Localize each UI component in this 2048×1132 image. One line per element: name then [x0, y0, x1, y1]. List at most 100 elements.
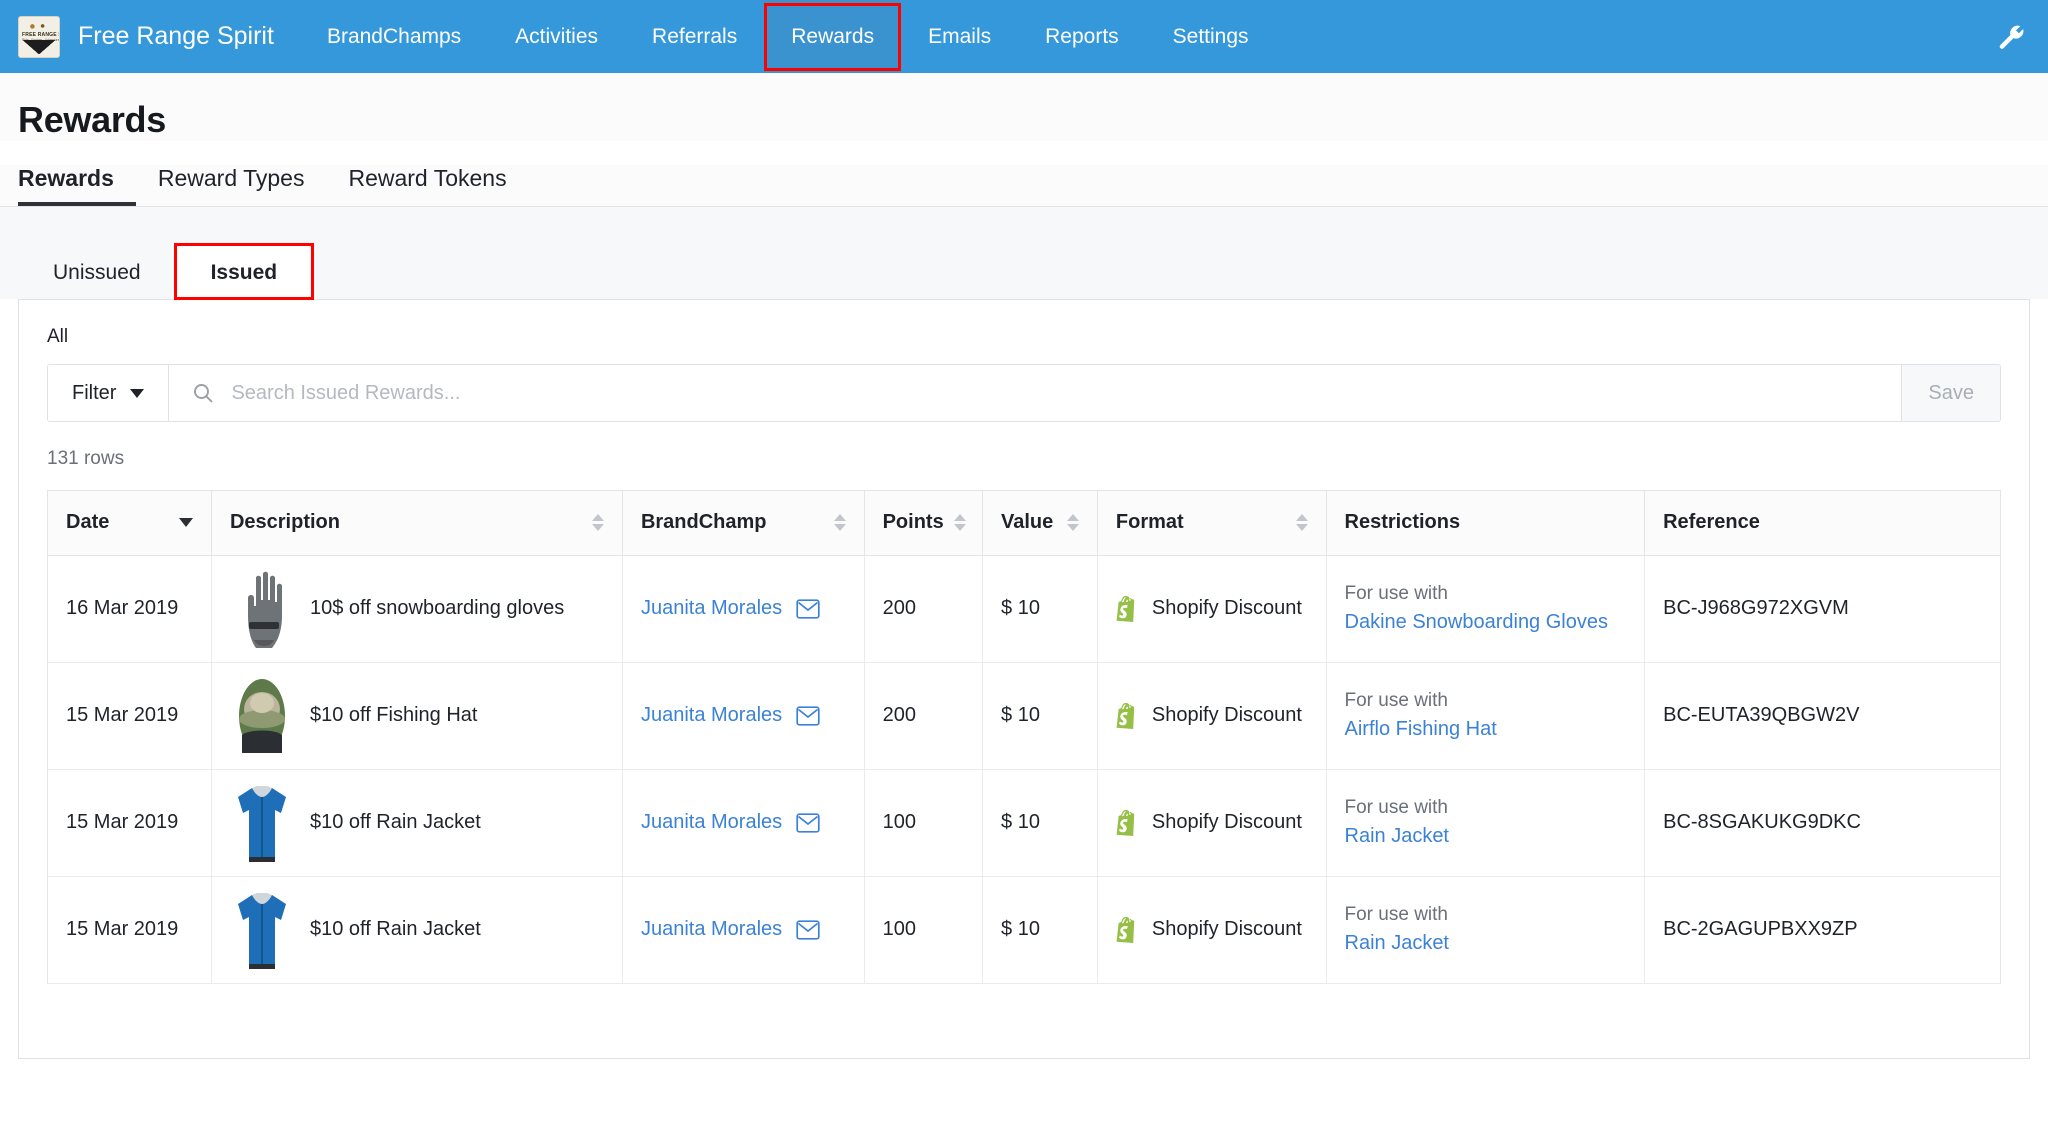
wrench-icon[interactable] [1996, 22, 2026, 52]
restriction-prefix: For use with [1344, 797, 1448, 819]
column-header-brandchamp-label: BrandChamp [640, 511, 767, 534]
tab-reward-tokens[interactable]: Reward Tokens [326, 165, 528, 206]
sort-both-icon [1066, 514, 1079, 532]
brandchamp-link[interactable]: Juanita Morales [641, 918, 782, 941]
cell-format: Shopify Discount [1097, 769, 1327, 877]
restriction-product-link[interactable]: Dakine Snowboarding Gloves [1345, 608, 1627, 637]
nav-item-settings[interactable]: Settings [1146, 0, 1276, 73]
cell-description: $10 off Fishing Hat [211, 662, 623, 770]
cell-points: 100 [864, 769, 984, 877]
search-icon [194, 384, 213, 403]
cell-date: 16 Mar 2019 [48, 555, 212, 663]
sort-descending-icon [178, 518, 193, 528]
primary-tab-bar: Rewards Reward Types Reward Tokens [0, 165, 2048, 207]
cell-restrictions: For use with Dakine Snowboarding Gloves [1326, 555, 1646, 663]
table-row[interactable]: 15 Mar 2019 $10 off Fishing Hat Juanita … [48, 662, 2000, 770]
restriction-prefix: For use with [1344, 690, 1448, 712]
table-row[interactable]: 15 Mar 2019 $10 off Rain Jacket Juanita … [48, 769, 2000, 877]
tab-issued[interactable]: Issued [173, 243, 314, 300]
brandchamp-link[interactable]: Juanita Morales [641, 704, 782, 727]
table-header-row: Date Description BrandChamp Points Value… [48, 491, 2000, 556]
column-header-reference[interactable]: Reference [1644, 491, 2000, 556]
email-icon[interactable] [796, 705, 820, 726]
column-header-description-label: Description [229, 511, 340, 534]
issued-rewards-panel: All Filter Save 131 rows [18, 299, 2030, 1059]
cell-value: $ 10 [982, 555, 1098, 663]
column-header-points[interactable]: Points [864, 491, 984, 556]
restriction-product-link[interactable]: Rain Jacket [1345, 929, 1627, 958]
table-row[interactable]: 15 Mar 2019 $10 off Rain Jacket Juanita … [48, 876, 2000, 984]
table-row[interactable]: 16 Mar 2019 10$ off snowboarding gloves [48, 555, 2000, 663]
fishing-hat-thumbnail-icon [230, 677, 294, 755]
cell-format: Shopify Discount [1097, 662, 1327, 770]
brand-home-link[interactable]: FREE RANGE SPIRIT Ride - Explore - Adven… [0, 0, 300, 73]
cell-reference: BC-J968G972XGVM [1644, 555, 2000, 663]
issued-rewards-table-wrapper: Date Description BrandChamp Points Value… [47, 490, 2001, 984]
nav-item-emails[interactable]: Emails [901, 0, 1018, 73]
tab-unissued[interactable]: Unissued [18, 245, 176, 299]
scope-label[interactable]: All [19, 300, 2029, 364]
cell-brandchamp: Juanita Morales [622, 769, 865, 877]
sort-both-icon [953, 514, 966, 532]
restriction-prefix: For use with [1344, 904, 1448, 926]
cell-format: Shopify Discount [1097, 555, 1327, 663]
tab-reward-types[interactable]: Reward Types [136, 165, 327, 206]
cell-description-text: $10 off Rain Jacket [309, 811, 481, 833]
cell-points: 200 [864, 662, 984, 770]
nav-item-activities[interactable]: Activities [488, 0, 625, 73]
secondary-tab-bar: Unissued Issued [0, 207, 2048, 300]
shopify-icon [1116, 916, 1135, 943]
cell-reference: BC-2GAGUPBXX9ZP [1644, 876, 2000, 984]
restriction-product-link[interactable]: Rain Jacket [1345, 822, 1627, 851]
cell-restrictions: For use with Rain Jacket [1326, 769, 1646, 877]
cell-format-text: Shopify Discount [1151, 811, 1302, 833]
filter-label: Filter [72, 381, 117, 404]
column-header-brandchamp[interactable]: BrandChamp [622, 491, 865, 556]
filter-dropdown[interactable]: Filter [48, 365, 170, 421]
search-field-wrapper [169, 365, 1901, 421]
cell-format-text: Shopify Discount [1151, 597, 1302, 619]
nav-item-rewards[interactable]: Rewards [764, 0, 902, 73]
column-header-value[interactable]: Value [982, 491, 1098, 556]
brandchamp-link[interactable]: Juanita Morales [641, 811, 782, 834]
cell-value: $ 10 [982, 662, 1098, 770]
column-header-format-label: Format [1115, 511, 1184, 534]
issued-rewards-table: Date Description BrandChamp Points Value… [48, 491, 2000, 984]
cell-brandchamp: Juanita Morales [622, 662, 865, 770]
column-header-description[interactable]: Description [211, 491, 623, 556]
column-header-date[interactable]: Date [48, 491, 212, 556]
sort-both-icon [833, 514, 846, 532]
search-input[interactable] [231, 381, 1880, 405]
column-header-points-label: Points [882, 511, 944, 534]
cell-reference: BC-EUTA39QBGW2V [1644, 662, 2000, 770]
brand-name: Free Range Spirit [78, 22, 274, 50]
brandchamp-link[interactable]: Juanita Morales [641, 597, 782, 620]
cell-restrictions: For use with Rain Jacket [1326, 876, 1646, 984]
tab-rewards[interactable]: Rewards [18, 165, 136, 206]
email-icon[interactable] [796, 598, 820, 619]
restriction-product-link[interactable]: Airflo Fishing Hat [1345, 715, 1627, 744]
column-header-format[interactable]: Format [1097, 491, 1327, 556]
table-header: Date Description BrandChamp Points Value… [48, 491, 2000, 556]
nav-item-referrals[interactable]: Referrals [625, 0, 764, 73]
filter-search-bar: Filter Save [47, 364, 2001, 422]
snowboarding-glove-thumbnail-icon [230, 570, 294, 648]
email-icon[interactable] [796, 812, 820, 833]
chevron-down-icon [130, 388, 145, 398]
brand-logo-icon: FREE RANGE SPIRIT Ride - Explore - Adven… [18, 15, 60, 58]
cell-date: 15 Mar 2019 [48, 662, 212, 770]
nav-item-reports[interactable]: Reports [1018, 0, 1146, 73]
column-header-restrictions[interactable]: Restrictions [1326, 491, 1646, 556]
nav-item-brandchamps[interactable]: BrandChamps [300, 0, 488, 73]
shopify-icon [1116, 595, 1135, 622]
cell-format-text: Shopify Discount [1151, 918, 1302, 940]
sort-both-icon [1295, 514, 1308, 532]
save-button[interactable]: Save [1901, 365, 2000, 421]
column-header-reference-label: Reference [1663, 511, 1760, 534]
top-navbar: FREE RANGE SPIRIT Ride - Explore - Adven… [0, 0, 2048, 73]
cell-description: 10$ off snowboarding gloves [211, 555, 623, 663]
shopify-icon [1116, 809, 1135, 836]
cell-format: Shopify Discount [1097, 876, 1327, 984]
email-icon[interactable] [796, 919, 820, 940]
cell-description-text: $10 off Rain Jacket [309, 918, 481, 940]
